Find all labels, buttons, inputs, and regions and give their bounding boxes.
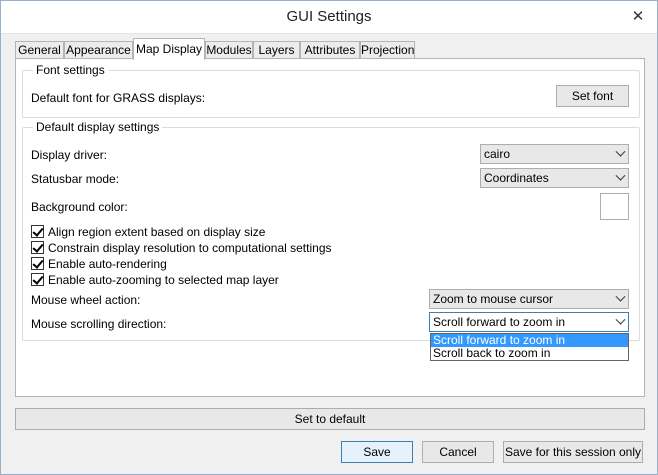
scroll-direction-label: Mouse scrolling direction: [31, 317, 167, 331]
checkbox-checked[interactable] [31, 257, 44, 270]
scroll-direction-select[interactable]: Scroll forward to zoom in [429, 312, 629, 332]
chevron-down-icon [615, 314, 626, 325]
set-font-button[interactable]: Set font [556, 85, 629, 107]
display-settings-title: Default display settings [33, 120, 163, 134]
tab-modules[interactable]: Modules [205, 41, 253, 59]
chevron-down-icon [615, 170, 626, 181]
font-settings-title: Font settings [33, 63, 108, 77]
statusbar-mode-value: Coordinates [484, 171, 549, 185]
background-color-swatch[interactable] [600, 193, 629, 220]
checkbox-checked[interactable] [31, 225, 44, 238]
set-to-default-button[interactable]: Set to default [15, 408, 645, 430]
dropdown-option-scroll-back[interactable]: Scroll back to zoom in [431, 347, 628, 360]
statusbar-mode-select[interactable]: Coordinates [480, 168, 629, 188]
align-region-label: Align region extent based on display siz… [48, 225, 266, 239]
mouse-wheel-select[interactable]: Zoom to mouse cursor [429, 289, 629, 309]
title-bar: GUI Settings ✕ [1, 1, 657, 34]
mouse-wheel-value: Zoom to mouse cursor [433, 292, 554, 306]
save-session-button[interactable]: Save for this session only [503, 441, 643, 463]
close-icon[interactable]: ✕ [627, 7, 649, 27]
display-driver-value: cairo [484, 147, 511, 161]
display-driver-select[interactable]: cairo [480, 144, 629, 164]
mouse-wheel-label: Mouse wheel action: [31, 293, 141, 307]
background-color-label: Background color: [31, 200, 128, 214]
checkbox-checked[interactable] [31, 241, 44, 254]
auto-zooming-label: Enable auto-zooming to selected map laye… [48, 273, 279, 287]
save-button[interactable]: Save [341, 441, 413, 463]
default-font-label: Default font for GRASS displays: [31, 91, 206, 105]
scroll-direction-dropdown-list: Scroll forward to zoom in Scroll back to… [430, 333, 629, 361]
statusbar-mode-label: Statusbar mode: [31, 172, 120, 186]
scroll-direction-value: Scroll forward to zoom in [433, 315, 566, 329]
auto-rendering-label: Enable auto-rendering [48, 257, 167, 271]
constrain-resolution-label: Constrain display resolution to computat… [48, 241, 332, 255]
default-display-settings-group: Default display settings Display driver:… [22, 120, 640, 341]
cancel-button[interactable]: Cancel [422, 441, 494, 463]
checkbox-checked[interactable] [31, 273, 44, 286]
chevron-down-icon [615, 146, 626, 157]
window-title: GUI Settings [286, 8, 372, 25]
gui-settings-window: GUI Settings ✕ General Appearance Map Di… [0, 0, 658, 475]
tab-layers[interactable]: Layers [253, 41, 300, 59]
font-settings-group: Font settings Default font for GRASS dis… [22, 63, 640, 118]
tab-projection[interactable]: Projection [360, 41, 415, 59]
display-driver-label: Display driver: [31, 148, 108, 162]
tab-attributes[interactable]: Attributes [300, 41, 360, 59]
chevron-down-icon [615, 291, 626, 302]
tab-appearance[interactable]: Appearance [64, 41, 133, 59]
tab-general[interactable]: General [15, 41, 64, 59]
tab-map-display[interactable]: Map Display [133, 38, 205, 60]
